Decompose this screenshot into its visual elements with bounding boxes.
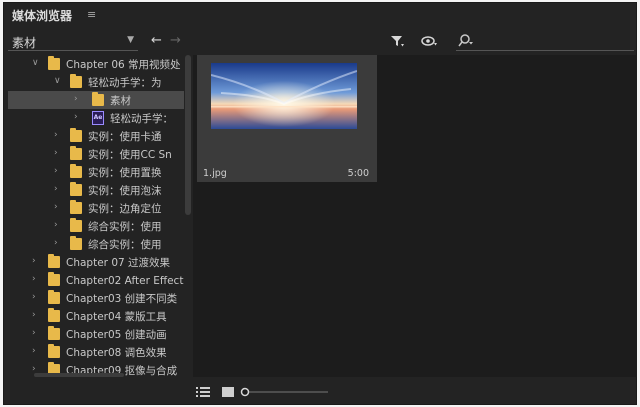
tree-item-label: Chapter05 创建动画 (66, 329, 167, 341)
panel-header: 媒体浏览器 ≡ (4, 3, 636, 27)
folder-icon (70, 200, 82, 214)
folder-icon (70, 146, 82, 160)
tree-item-label: Chapter 06 常用视频处 (66, 59, 181, 71)
media-file-name: 1.jpg (203, 168, 227, 179)
tree-item-project-file[interactable]: › Ae 轻松动手学： (8, 109, 184, 127)
icon-view-icon[interactable] (222, 387, 234, 397)
filter-icon[interactable] (389, 33, 405, 49)
aep-file-icon: Ae (92, 111, 104, 125)
chevron-right-icon[interactable]: › (54, 202, 58, 212)
tree-item-example[interactable]: › 实例：使用CC Sn (8, 145, 184, 163)
tree-item-chapter02[interactable]: › Chapter02 After Effects的 (8, 271, 184, 289)
tree-item-example[interactable]: › 实例：边角定位 (8, 199, 184, 217)
folder-icon (70, 236, 82, 250)
tree-item-chapter05[interactable]: › Chapter05 创建动画 (8, 325, 184, 343)
tree-item-practice[interactable]: ∨ 轻松动手学：为 (8, 73, 184, 91)
folder-tree[interactable]: ∨ Chapter 06 常用视频处 ∨ 轻松动手学：为 › 素材 › Ae 轻… (8, 55, 188, 377)
chevron-right-icon[interactable]: › (32, 346, 36, 356)
chevron-right-icon[interactable]: › (74, 112, 78, 122)
forward-button[interactable]: → (170, 33, 181, 48)
folder-icon (48, 254, 60, 268)
tree-item-label: 轻松动手学：为 (88, 77, 162, 89)
folder-icon (48, 272, 60, 286)
tree-item-chapter04[interactable]: › Chapter04 蒙版工具 (8, 307, 184, 325)
tree-item-chapter06[interactable]: ∨ Chapter 06 常用视频处 (8, 55, 184, 73)
location-dropdown[interactable]: 素材 ▼ (8, 31, 138, 51)
zoom-slider[interactable] (240, 385, 330, 399)
tree-scrollbar[interactable] (185, 55, 191, 215)
search-icon (458, 34, 473, 47)
folder-icon (48, 290, 60, 304)
tree-item-label: 实例：使用泡沫 (88, 185, 162, 197)
toolbar: 素材 ▼ ← → (4, 30, 636, 54)
chevron-right-icon[interactable]: › (32, 310, 36, 320)
tree-item-label: Chapter08 调色效果 (66, 347, 167, 359)
chevron-right-icon[interactable]: › (54, 148, 58, 158)
chevron-down-icon[interactable]: ∨ (54, 76, 61, 86)
chevron-right-icon[interactable]: › (32, 292, 36, 302)
tree-item-label: Chapter 07 过渡效果 (66, 257, 171, 269)
panel-footer (4, 379, 636, 405)
tree-item-label: 素材 (110, 95, 131, 107)
folder-icon (48, 326, 60, 340)
tree-horizontal-scrollbar[interactable] (34, 373, 124, 377)
chevron-right-icon[interactable]: › (54, 166, 58, 176)
tree-item-chapter03[interactable]: › Chapter03 创建不同类 (8, 289, 184, 307)
tree-item-comprehensive[interactable]: › 综合实例：使用 (8, 235, 184, 253)
tree-item-label: 实例：使用置换 (88, 167, 162, 179)
tree-item-label: 综合实例：使用 (88, 221, 162, 233)
search-input[interactable] (456, 31, 634, 51)
folder-icon (70, 182, 82, 196)
list-view-icon[interactable] (196, 386, 210, 398)
tree-item-label: 实例：边角定位 (88, 203, 162, 215)
tree-item-label: Chapter02 After Effects的 (66, 275, 184, 287)
folder-icon (70, 218, 82, 232)
panel-title[interactable]: 媒体浏览器 (12, 7, 72, 24)
folder-icon (70, 164, 82, 178)
folder-icon (48, 56, 60, 70)
tree-item-example[interactable]: › 实例：使用卡通 (8, 127, 184, 145)
tree-item-example[interactable]: › 实例：使用置换 (8, 163, 184, 181)
chevron-right-icon[interactable]: › (32, 274, 36, 284)
folder-icon (70, 128, 82, 142)
location-label: 素材 (12, 36, 37, 50)
back-button[interactable]: ← (151, 33, 162, 48)
media-duration: 5:00 (347, 168, 369, 179)
chevron-right-icon[interactable]: › (54, 238, 58, 248)
tree-item-example[interactable]: › 实例：使用泡沫 (8, 181, 184, 199)
tree-item-label: Chapter04 蒙版工具 (66, 311, 167, 323)
tree-item-comprehensive[interactable]: › 综合实例：使用 (8, 217, 184, 235)
chevron-right-icon[interactable]: › (32, 256, 36, 266)
media-thumbnail-card[interactable]: 1.jpg 5:00 (197, 55, 377, 182)
panel-menu-icon[interactable]: ≡ (87, 8, 96, 21)
folder-icon (48, 308, 60, 322)
folder-icon (92, 92, 104, 106)
chevron-right-icon[interactable]: › (54, 130, 58, 140)
tree-item-chapter07[interactable]: › Chapter 07 过渡效果 (8, 253, 184, 271)
tree-item-label: 综合实例：使用 (88, 239, 162, 251)
chevron-right-icon[interactable]: › (32, 328, 36, 338)
thumbnail-image (211, 63, 357, 129)
folder-icon (48, 344, 60, 358)
chevron-down-icon[interactable]: ∨ (32, 58, 39, 68)
chevron-right-icon[interactable]: › (54, 184, 58, 194)
chevron-down-icon: ▼ (127, 35, 134, 45)
eye-icon[interactable] (421, 34, 437, 48)
chevron-right-icon[interactable]: › (74, 94, 78, 104)
media-browser-panel: 媒体浏览器 ≡ 素材 ▼ ← → ∨ Chapter 06 常用视频处 ∨ 轻松… (3, 2, 637, 405)
chevron-right-icon[interactable]: › (54, 220, 58, 230)
folder-icon (70, 74, 82, 88)
tree-item-label: 实例：使用CC Sn (88, 149, 172, 161)
tree-item-label: 轻松动手学： (110, 113, 173, 125)
tree-item-label: Chapter03 创建不同类 (66, 293, 178, 305)
tree-item-chapter08[interactable]: › Chapter08 调色效果 (8, 343, 184, 361)
tree-item-assets[interactable]: › 素材 (8, 91, 184, 109)
media-content-area: 1.jpg 5:00 (193, 55, 637, 377)
tree-item-label: 实例：使用卡通 (88, 131, 162, 143)
